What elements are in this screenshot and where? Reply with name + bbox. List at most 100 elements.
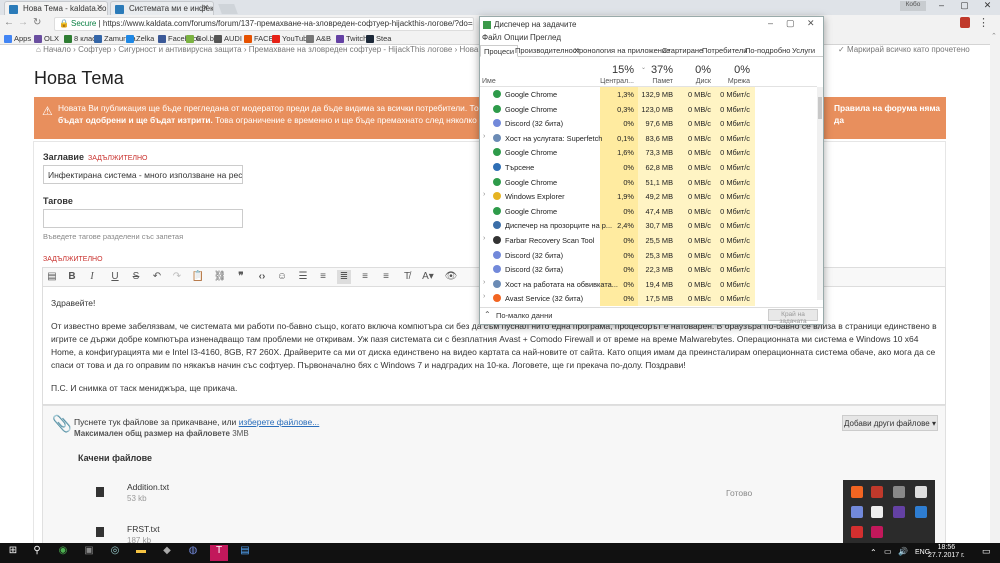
bluetooth-tray-icon[interactable] [915, 506, 927, 518]
bookmark-item[interactable]: A&B [306, 34, 331, 43]
add-more-files-button[interactable]: Добави други файлове ▾ [842, 415, 938, 431]
collapse-up-icon[interactable]: ⌃ [484, 310, 491, 319]
address-bar[interactable]: 🔒 Secure | https://www.kaldata.com/forums… [54, 17, 474, 31]
avast-tray-icon[interactable] [851, 486, 863, 498]
process-row[interactable]: Google Chrome 1,3% 132,9 MB 0 MB/c 0 Mбит/с [480, 87, 817, 102]
chrome-taskbar-icon[interactable]: ◉ [54, 545, 72, 561]
back-icon[interactable]: ← [4, 17, 14, 28]
tm-menu-file[interactable]: Файл [482, 33, 502, 42]
expand-icon[interactable]: › [483, 191, 485, 198]
bookmark-item[interactable]: Stea [366, 34, 391, 43]
process-row[interactable]: Google Chrome 0% 47,4 MB 0 MB/c 0 Mбит/с [480, 203, 817, 219]
tm-col-net[interactable]: Мрежа [712, 78, 750, 85]
less-details-link[interactable]: По-малко данни [496, 311, 552, 320]
profile-badge[interactable]: Кобо [900, 1, 926, 11]
clear-format-icon[interactable]: T̸ [400, 270, 414, 284]
pen-tray-icon[interactable] [893, 506, 905, 518]
link-icon[interactable]: ⛓ [213, 270, 227, 284]
app-taskbar-icon[interactable]: ◆ [158, 545, 176, 561]
menu-icon[interactable]: ⋮ [978, 16, 989, 29]
code-icon[interactable]: ‹› [255, 270, 269, 284]
breadcrumb-forum[interactable]: Премахване на зловреден софтуер - Hijack… [249, 45, 453, 54]
process-row[interactable]: Discord (32 бита) 0% 25,3 MB 0 MB/c 0 Mбит/с [480, 247, 817, 263]
tm-col-disk[interactable]: Диск [675, 78, 711, 85]
choose-files-link[interactable]: изберете файлове... [239, 417, 320, 427]
breadcrumb-home[interactable]: Начало [43, 45, 71, 54]
numbered-list-icon[interactable]: ≡ [316, 270, 330, 284]
strike-icon[interactable]: S [129, 270, 143, 284]
reload-icon[interactable]: ↻ [33, 17, 41, 28]
process-row[interactable]: › Хост на работата на обвивката... 0% 19,4 … [480, 276, 817, 292]
process-row[interactable]: Диспечер на прозорците на р... 2,4% 30,7 M… [480, 218, 817, 233]
source-icon[interactable]: ▤ [45, 270, 59, 284]
expand-icon[interactable]: › [483, 279, 485, 286]
new-tab-button[interactable] [218, 4, 238, 14]
minimize-icon[interactable]: – [930, 0, 953, 14]
explorer-taskbar-icon[interactable]: ▬ [132, 545, 150, 561]
preview-icon[interactable]: 👁 [444, 270, 458, 284]
breadcrumb-security[interactable]: Сигурност и антивирусна защита [118, 45, 241, 54]
process-row[interactable]: Discord (32 бита) 0% 97,6 MB 0 MB/c 0 Mбит/с [480, 116, 817, 131]
process-row[interactable]: Google Chrome 1,6% 73,3 MB 0 MB/c 0 Mбит/с [480, 145, 817, 160]
mark-all-read[interactable]: ✓ Маркирай всичко като прочетено [838, 45, 970, 54]
quote-icon[interactable]: ❞ [234, 270, 248, 284]
extension-icon[interactable] [960, 17, 970, 28]
bookmark-item[interactable]: AUDI [214, 34, 242, 43]
bookmark-item[interactable]: Zelka [126, 34, 154, 43]
tm-maximize-icon[interactable]: ▢ [786, 18, 795, 29]
app2-tray-icon[interactable] [871, 526, 883, 538]
bookmark-item[interactable]: OLX [34, 34, 59, 43]
process-row[interactable]: Google Chrome 0% 51,1 MB 0 MB/c 0 Mбит/с [480, 174, 817, 190]
bullet-list-icon[interactable]: ☰ [296, 270, 310, 284]
title-input[interactable]: Инфектирана система - много използване н… [43, 165, 243, 184]
discord-tray-icon[interactable] [851, 506, 863, 518]
network-icon[interactable]: ▭ [884, 547, 892, 556]
taskview-icon[interactable]: ▣ [80, 545, 98, 561]
usb-tray-icon[interactable] [871, 506, 883, 518]
collapse-icon[interactable]: ⌃ [991, 32, 997, 40]
taskmgr-taskbar-icon[interactable]: ▤ [236, 545, 254, 561]
bold-icon[interactable]: B [65, 270, 79, 284]
tm-tab-services[interactable]: Услуги [789, 45, 818, 57]
tm-tab-details[interactable]: По-подробно [742, 45, 793, 57]
tm-menu-options[interactable]: Опции [504, 33, 528, 42]
tm-minimize-icon[interactable]: – [768, 18, 773, 28]
expand-icon[interactable]: › [483, 235, 485, 242]
underline-icon[interactable]: U [108, 270, 122, 284]
shield-tray-icon[interactable] [871, 486, 883, 498]
app-tray-icon[interactable] [893, 486, 905, 498]
process-row[interactable]: Google Chrome 0,3% 123,0 MB 0 MB/c 0 Mбит/с [480, 101, 817, 117]
process-row[interactable]: › Windows Explorer 1,9% 49,2 MB 0 MB/c 0 Mбит… [480, 189, 817, 204]
clock[interactable]: 18:56 27.7.2017 г. [928, 544, 965, 560]
text-taskbar-icon[interactable]: T [210, 545, 228, 561]
tm-close-icon[interactable]: ✕ [807, 18, 815, 29]
maximize-icon[interactable]: ▢ [953, 0, 976, 14]
attachment-area[interactable] [42, 405, 946, 553]
file-name[interactable]: Addition.txt [127, 482, 169, 492]
breadcrumb-software[interactable]: Софтуер [78, 45, 111, 54]
undo-icon[interactable]: ↶ [150, 270, 164, 284]
process-row[interactable]: › Хост на услугата: Superfetch 0,1% 83,6 MB… [480, 130, 817, 146]
media-tray-icon[interactable] [851, 526, 863, 538]
tray-arrow-icon[interactable]: ⌃ [870, 548, 877, 557]
expand-icon[interactable]: › [483, 133, 485, 140]
process-row[interactable]: › Avast Service (32 бита) 0% 17,5 MB 0 MB/c 0… [480, 291, 817, 306]
notifications-icon[interactable]: ▭ [982, 546, 991, 557]
process-row[interactable]: Търсене 0% 62,8 MB 0 MB/c 0 Mбит/с [480, 160, 817, 175]
file-name[interactable]: FRST.txt [127, 524, 160, 534]
tags-input[interactable] [43, 209, 243, 228]
tm-scroll-thumb[interactable] [818, 97, 822, 119]
close-tab-icon[interactable]: ✕ [202, 3, 209, 12]
bookmark-item[interactable]: Twitch [336, 34, 367, 43]
tab-system-infected[interactable]: Системата ми е инфекти ✕ [110, 1, 214, 15]
bookmark-item[interactable]: 8 клас [64, 34, 96, 43]
volume-icon[interactable]: 🔊 [898, 547, 908, 556]
italic-icon[interactable]: I [85, 270, 99, 284]
align-center-icon[interactable]: ≡ [358, 270, 372, 284]
bookmark-item[interactable]: Apps [4, 34, 31, 43]
process-row[interactable]: › Farbar Recovery Scan Tool 0% 25,5 MB 0 MB/… [480, 233, 817, 248]
eject-tray-icon[interactable] [915, 486, 927, 498]
close-tab-icon[interactable]: ✕ [96, 3, 103, 12]
tm-col-mem[interactable]: Памет [636, 78, 673, 85]
emoji-icon[interactable]: ☺ [275, 270, 289, 284]
